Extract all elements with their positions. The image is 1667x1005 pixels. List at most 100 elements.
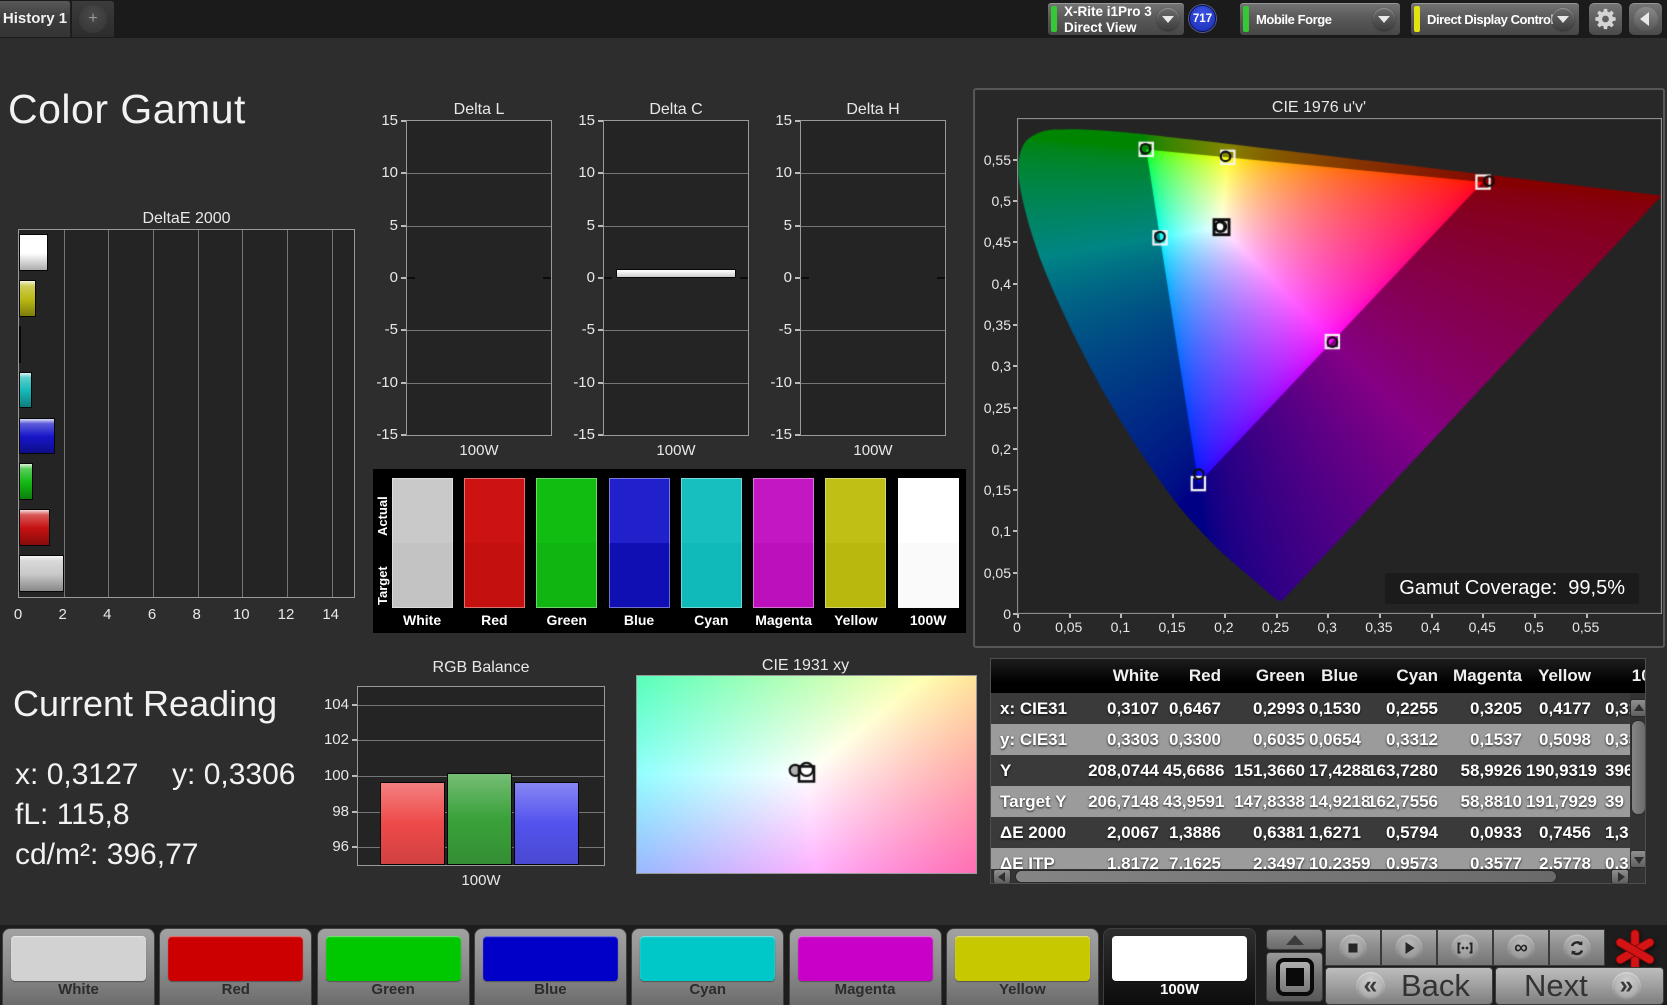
tick-mark <box>795 277 800 279</box>
gridline <box>604 330 748 332</box>
y-tick-label: 0 <box>389 269 398 286</box>
deltae2000-chart <box>18 229 355 598</box>
patch-button-green[interactable]: Green <box>316 928 470 1005</box>
patch-button-red[interactable]: Red <box>159 928 313 1005</box>
vertical-scroll-thumb[interactable] <box>1631 720 1645 815</box>
stop-icon <box>1339 934 1367 961</box>
tick-mark <box>1017 614 1019 618</box>
horizontal-scrollbar[interactable] <box>991 869 1645 883</box>
tick-mark <box>1172 614 1175 618</box>
patch-button-white[interactable]: White <box>2 928 155 1005</box>
cell: 0,3312 <box>1386 730 1438 749</box>
scroll-right-button[interactable] <box>1611 869 1629 883</box>
back-button[interactable]: « Back <box>1325 967 1493 1005</box>
swatch-outline <box>609 478 670 608</box>
y-tick-label: -10 <box>376 373 398 391</box>
tick-mark <box>598 434 603 436</box>
tick-mark <box>401 172 406 175</box>
y-tick-label: 0,55 <box>983 151 1011 168</box>
patch-label: Magenta <box>834 981 896 998</box>
stop-button[interactable] <box>1325 929 1381 966</box>
bar-green <box>447 773 512 865</box>
gridline <box>407 382 551 384</box>
patch-button-100w[interactable]: 100W <box>1103 928 1257 1005</box>
swatch-pair <box>753 478 815 608</box>
patch-color-red <box>168 936 304 981</box>
x-tick-label: 0,4 <box>1420 619 1441 635</box>
patch-button-magenta[interactable]: Magenta <box>788 928 942 1005</box>
tick-mark <box>795 172 800 175</box>
tick-mark <box>1013 489 1017 492</box>
tick-mark <box>598 224 603 227</box>
source-status-strip <box>1243 6 1249 32</box>
play-button[interactable] <box>1381 929 1437 966</box>
gridline <box>407 225 551 227</box>
tab-history-1[interactable]: History 1 <box>0 1 71 37</box>
chevron-down-icon[interactable] <box>1157 8 1179 30</box>
swatch-outline <box>392 478 453 608</box>
column-header: Cyan <box>1396 666 1438 685</box>
pattern-up-button[interactable] <box>1266 929 1323 950</box>
tick-mark <box>1013 323 1017 326</box>
patch-color-100w <box>1112 936 1248 981</box>
bar-cyan <box>19 371 32 409</box>
display-control-dropdown[interactable]: Direct Display Control <box>1410 2 1580 36</box>
source-dropdown[interactable]: Mobile Forge <box>1239 2 1401 36</box>
patch-button-cyan[interactable]: Cyan <box>631 928 785 1005</box>
chevron-down-icon[interactable] <box>1552 8 1574 30</box>
meter-count-badge[interactable]: 717 <box>1189 5 1216 32</box>
horizontal-scroll-thumb[interactable] <box>1015 870 1557 883</box>
tick-mark <box>1013 241 1017 244</box>
bar-yellow <box>19 279 36 317</box>
cell: 1,3886 <box>1169 823 1221 842</box>
y-tick-label: -5 <box>384 321 398 339</box>
settings-button[interactable] <box>1588 2 1623 36</box>
delta-c-x-label: 100W <box>656 442 696 459</box>
collapse-panel-button[interactable] <box>1628 2 1663 36</box>
swatch-pair <box>897 478 959 608</box>
arrow-up-icon <box>1634 704 1644 711</box>
scroll-up-button[interactable] <box>1630 699 1645 717</box>
y-tick-label: 102 <box>323 731 349 749</box>
patch-button-yellow[interactable]: Yellow <box>945 928 1099 1005</box>
y-tick-label: 0,1 <box>991 523 1011 540</box>
tick-mark <box>598 329 603 332</box>
cell: 208,0744 <box>1088 761 1159 780</box>
patch-label: Red <box>221 981 250 998</box>
next-label: Next <box>1524 968 1588 1003</box>
pattern-window-button[interactable] <box>1266 952 1323 1002</box>
step-button[interactable] <box>1437 929 1493 966</box>
swatch-pair <box>608 478 670 608</box>
x-tick-label: 0,3 <box>1317 619 1337 635</box>
scroll-left-button[interactable] <box>993 869 1011 883</box>
tick-mark <box>795 434 800 436</box>
delta-l-x-label: 100W <box>459 442 499 459</box>
x-tick-label: 0,5 <box>1524 619 1544 635</box>
refresh-button[interactable] <box>1549 929 1605 966</box>
gridline <box>604 382 748 384</box>
add-tab-button[interactable]: + <box>72 1 114 37</box>
chevron-down-icon[interactable] <box>1373 8 1395 30</box>
gridline <box>801 330 945 332</box>
table-row: ΔE 2000 2,0067 1,3886 0,6381 1,6271 0,5794 0,0… <box>991 817 1645 848</box>
loop-button[interactable]: ∞ <box>1493 929 1549 966</box>
bar-white <box>19 555 64 592</box>
patch-button-blue[interactable]: Blue <box>473 928 627 1005</box>
vertical-scrollbar[interactable] <box>1630 693 1645 869</box>
scroll-down-button[interactable] <box>1630 850 1645 868</box>
bar-100w <box>616 268 736 278</box>
next-button[interactable]: Next » <box>1495 967 1664 1005</box>
back-label: Back <box>1401 968 1470 1003</box>
color-gamut-layout: Color Gamut DeltaE 2000 0 2 4 6 8 10 12 14 Delt… <box>0 38 1667 925</box>
meter-dropdown[interactable]: X-Rite i1Pro 3 Direct View <box>1047 2 1185 36</box>
tick-mark <box>1068 614 1071 618</box>
current-reading-y: y: 0,3306 <box>172 758 295 792</box>
tick-mark <box>1013 365 1017 368</box>
play-icon <box>1395 934 1423 961</box>
delta-h-chart-title: Delta H <box>846 101 900 118</box>
tick-mark <box>1013 571 1017 574</box>
cd-label: cd/m²: <box>15 838 99 871</box>
column-header: Green <box>1255 666 1305 685</box>
gridline <box>801 225 945 227</box>
swatch-green: Green <box>536 478 598 628</box>
